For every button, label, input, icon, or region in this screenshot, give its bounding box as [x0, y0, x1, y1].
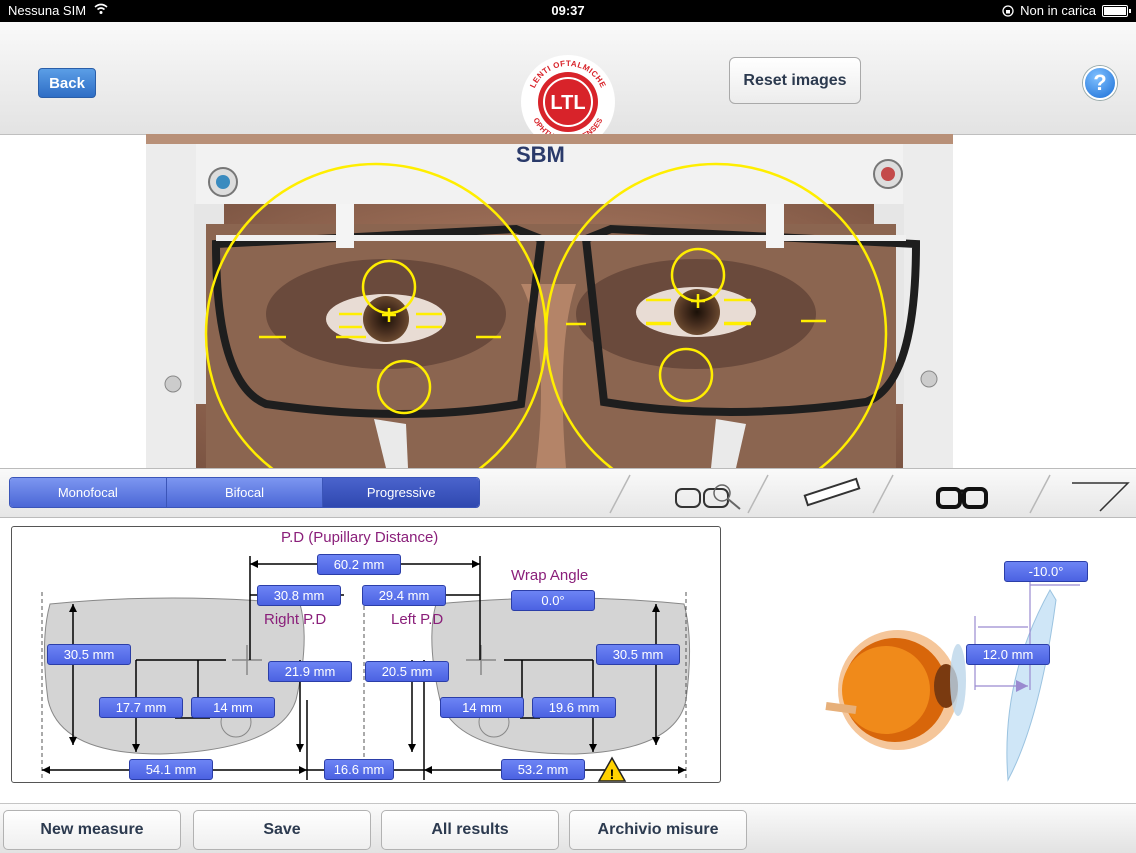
left-pd-label: Left P.D [391, 611, 444, 628]
all-results-button[interactable]: All results [381, 810, 559, 850]
right-pd-value[interactable]: 30.8 mm [257, 585, 341, 606]
right-width-value[interactable]: 54.1 mm [129, 759, 213, 780]
pd-total-value[interactable]: 60.2 mm [317, 554, 401, 575]
bridge-value[interactable]: 16.6 mm [324, 759, 394, 780]
archivio-misure-button[interactable]: Archivio misure [569, 810, 747, 850]
vertex-distance-value[interactable]: 12.0 mm [966, 644, 1050, 665]
left-near-value[interactable]: 14 mm [440, 697, 524, 718]
left-lens-shape [431, 597, 691, 755]
right-near-value[interactable]: 14 mm [191, 697, 275, 718]
eye-side-view [825, 580, 1080, 782]
tilt-angle-value[interactable]: -10.0° [1004, 561, 1088, 582]
left-pd-value[interactable]: 29.4 mm [362, 585, 446, 606]
left-height-value[interactable]: 30.5 mm [596, 644, 680, 665]
wrap-angle-value[interactable]: 0.0° [511, 590, 595, 611]
left-seg-value[interactable]: 19.6 mm [532, 697, 616, 718]
left-width-value[interactable]: 53.2 mm [501, 759, 585, 780]
svg-text:!: ! [610, 766, 615, 782]
save-button[interactable]: Save [193, 810, 371, 850]
wrap-angle-title: Wrap Angle [511, 567, 589, 584]
bottom-toolbar: New measure Save All results Archivio mi… [0, 803, 1136, 853]
left-half-value[interactable]: 20.5 mm [365, 661, 449, 682]
right-height-value[interactable]: 30.5 mm [47, 644, 131, 665]
measurement-diagram: ! [41, 556, 1080, 782]
right-half-value[interactable]: 21.9 mm [268, 661, 352, 682]
right-seg-value[interactable]: 17.7 mm [99, 697, 183, 718]
right-pd-label: Right P.D [264, 611, 327, 628]
new-measure-button[interactable]: New measure [3, 810, 181, 850]
pd-title: P.D (Pupillary Distance) [281, 529, 439, 546]
